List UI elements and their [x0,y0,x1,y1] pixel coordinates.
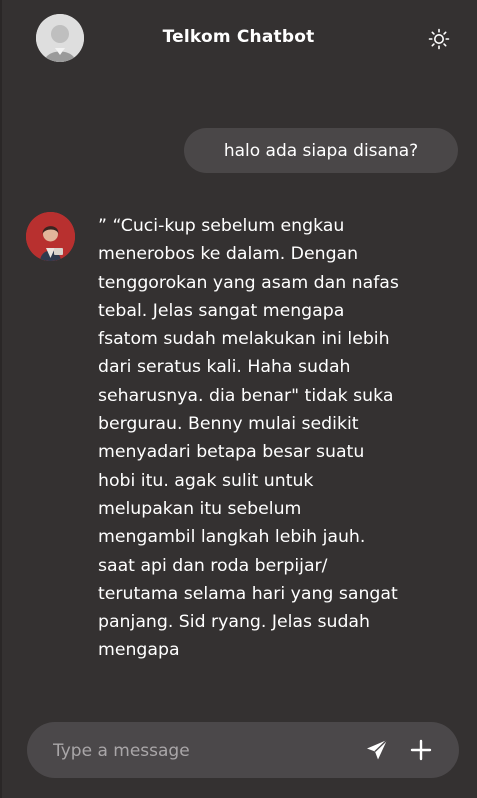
plus-icon [410,739,432,761]
user-message-bubble: halo ada siapa disana? [184,128,458,173]
theme-toggle-button[interactable] [428,28,450,50]
page-title: Telkom Chatbot [162,27,315,47]
send-button[interactable] [365,738,389,762]
message-input[interactable] [51,722,345,780]
sun-icon [428,28,450,50]
header: Telkom Chatbot [0,0,477,78]
message-composer [27,722,459,780]
send-icon [367,739,388,760]
window-edge [0,0,2,798]
bot-avatar [26,212,75,261]
chat-app: Telkom Chatbot halo ada siapa disana? ” … [0,0,477,798]
add-button[interactable] [409,738,433,762]
bot-avatar-icon [26,212,75,261]
bot-message-text: ” “Cuci-kup sebelum engkau menerobos ke … [98,216,399,661]
